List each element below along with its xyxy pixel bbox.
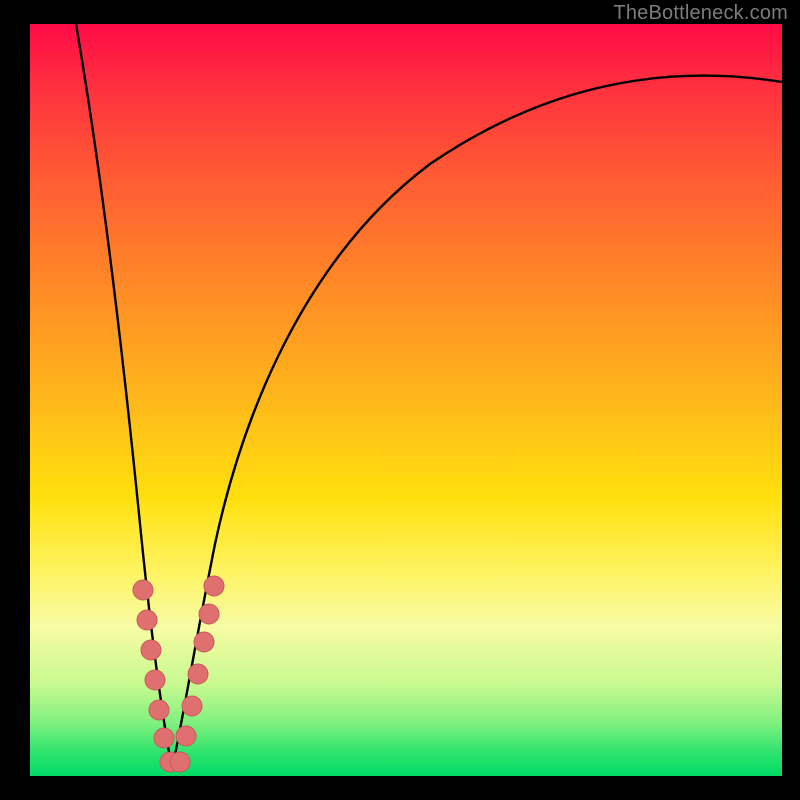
curve-layer [30,24,782,776]
curve-right-branch [172,76,782,769]
marker-cluster [133,576,224,772]
chart-frame: TheBottleneck.com [0,0,800,800]
plot-area [30,24,782,776]
watermark-text: TheBottleneck.com [613,2,788,25]
